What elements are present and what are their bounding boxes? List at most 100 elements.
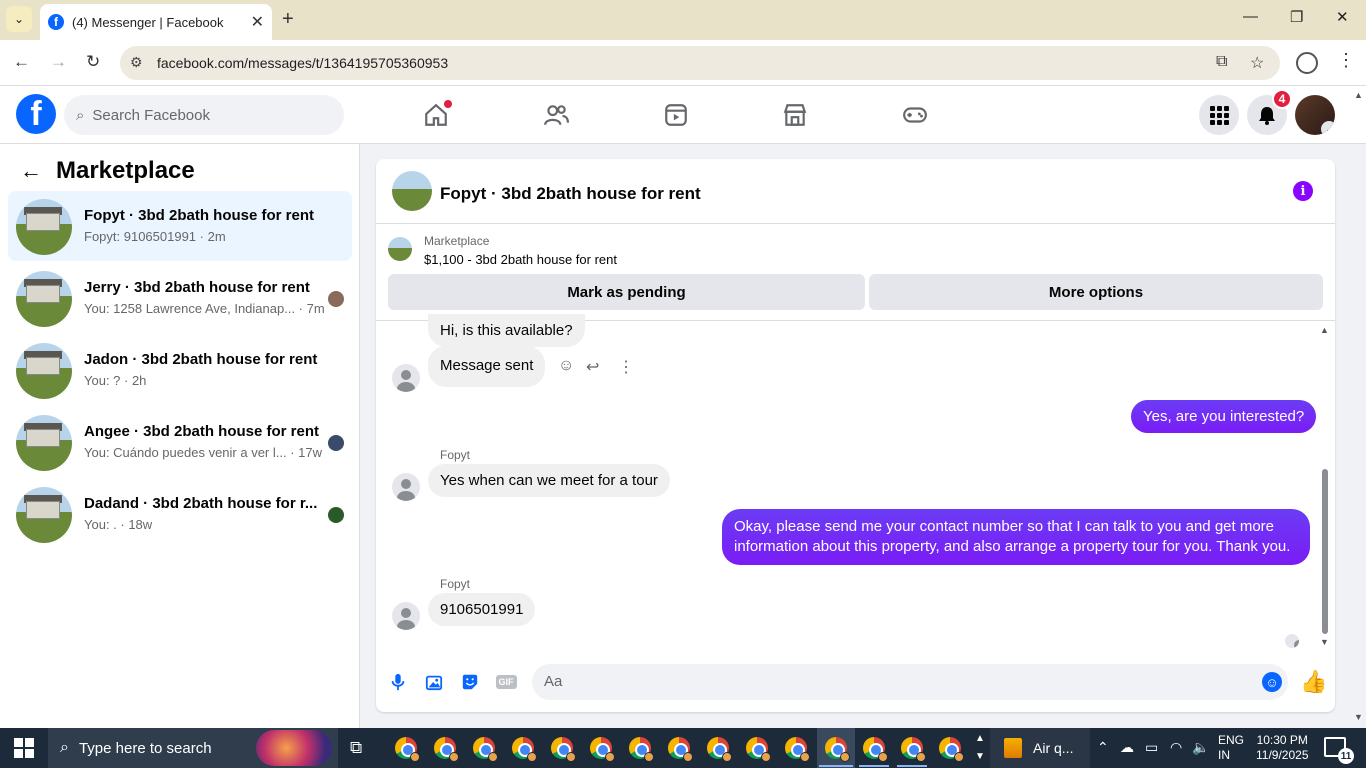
restore-icon[interactable]: ❐ (1290, 8, 1303, 26)
language-code: ENG (1218, 733, 1245, 747)
gif-label: GIF (495, 675, 517, 689)
chat-scrollbar[interactable] (1322, 469, 1328, 634)
listing-thumbnail[interactable] (388, 237, 412, 261)
thumbs-up-icon[interactable]: 👍 (1300, 669, 1327, 695)
chrome-window-icon[interactable] (785, 737, 810, 762)
seen-avatar (328, 291, 344, 307)
gaming-icon[interactable] (900, 100, 930, 130)
reply-icon[interactable]: ↩ (586, 357, 599, 377)
reload-icon[interactable]: ↻ (86, 52, 100, 72)
chrome-window-icon[interactable] (395, 737, 420, 762)
windows-start-icon[interactable] (14, 738, 34, 758)
chat-thumbnail[interactable] (392, 171, 432, 211)
facebook-search-input[interactable]: ⌕ Search Facebook (64, 95, 344, 135)
battery-icon[interactable]: ▭ (1145, 739, 1158, 756)
scroll-up-arrow-icon[interactable]: ▲ (1320, 325, 1329, 335)
chrome-window-icon[interactable] (434, 737, 459, 762)
gif-icon[interactable]: GIF (495, 671, 517, 693)
home-notification-dot (444, 100, 452, 108)
conversation-item[interactable]: Jerry · 3bd 2bath house for rent You: 12… (8, 263, 352, 333)
message-bubble[interactable]: Message sent (428, 346, 546, 387)
listing-description[interactable]: $1,100 - 3bd 2bath house for rent (424, 252, 617, 267)
message-input[interactable]: Aa (532, 664, 1288, 700)
sender-avatar[interactable] (392, 473, 420, 501)
tab-close-icon[interactable]: ✕ (251, 12, 264, 32)
conversation-snippet: You: Cuándo puedes venir a ver l... · 17… (84, 445, 322, 460)
message-bubble[interactable]: Yes when can we meet for a tour (428, 464, 670, 497)
message-bubble[interactable]: Hi, is this available? (428, 314, 585, 347)
back-arrow-icon[interactable]: ← (20, 158, 42, 184)
scroll-down-arrow-icon[interactable]: ▼ (1320, 637, 1329, 647)
chat-title[interactable]: Fopyt · 3bd 2bath house for rent (440, 184, 701, 204)
photo-icon[interactable] (423, 671, 445, 693)
sender-avatar[interactable] (392, 364, 420, 392)
message-list: Hi, is this available? Message sent ☺ ↩ … (376, 314, 1335, 652)
chrome-window-icon[interactable] (512, 737, 537, 762)
friends-icon[interactable] (541, 100, 571, 130)
browser-menu-icon[interactable]: ⋮ (1337, 50, 1355, 71)
window-close-icon[interactable]: ✕ (1336, 8, 1349, 26)
message-placeholder: Aa (544, 673, 563, 690)
more-actions-icon[interactable]: ⋮ (618, 357, 634, 377)
chrome-window-icon[interactable] (901, 737, 926, 762)
sticker-icon[interactable] (459, 671, 481, 693)
message-bubble[interactable]: Okay, please send me your contact number… (722, 509, 1310, 565)
chrome-window-icon[interactable] (473, 737, 498, 762)
search-highlight-image[interactable] (256, 730, 332, 766)
chrome-window-icon[interactable] (707, 737, 732, 762)
mark-pending-button[interactable]: Mark as pending (388, 274, 865, 310)
message-bubble[interactable]: 9106501991 (428, 593, 536, 626)
chrome-window-icon[interactable] (590, 737, 615, 762)
clock[interactable]: 10:30 PM 11/9/2025 (1256, 733, 1309, 763)
conversation-snippet: You: . · 18w (84, 517, 153, 532)
onedrive-icon[interactable]: ☁ (1120, 739, 1134, 756)
chrome-window-icon[interactable] (668, 737, 693, 762)
taskbar-scroll-arrows-icon[interactable]: ▲ ▼ (975, 730, 985, 766)
react-emoji-icon[interactable]: ☺ (558, 357, 574, 375)
browser-tab-messenger[interactable]: f (4) Messenger | Facebook ✕ (40, 4, 272, 40)
volume-icon[interactable]: 🔈 (1192, 739, 1209, 756)
install-app-icon[interactable]: ⧉ (1216, 53, 1227, 71)
conversation-item[interactable]: Fopyt · 3bd 2bath house for rent Fopyt: … (8, 191, 352, 261)
microphone-icon[interactable] (387, 671, 409, 693)
minimize-icon[interactable]: — (1243, 8, 1258, 25)
language-indicator[interactable]: ENG IN (1218, 733, 1244, 763)
chrome-window-icon[interactable] (746, 737, 771, 762)
tray-overflow-icon[interactable]: ⌃ (1097, 739, 1109, 756)
info-icon[interactable]: i (1293, 181, 1313, 201)
browser-profile-icon[interactable] (1296, 52, 1318, 74)
message-composer: GIF Aa ☺ 👍 (376, 659, 1335, 712)
tab-search-chevron-icon[interactable]: ⌄ (6, 6, 32, 32)
forward-arrow-icon[interactable]: → (50, 52, 67, 72)
search-placeholder: Search Facebook (92, 106, 210, 124)
conversation-item[interactable]: Jadon · 3bd 2bath house for rent You: ? … (8, 335, 352, 405)
message-bubble[interactable]: Yes, are you interested? (1131, 400, 1317, 433)
site-info-icon[interactable]: ⚙ (130, 54, 143, 71)
facebook-logo-icon[interactable]: f (16, 94, 56, 134)
new-tab-plus-icon[interactable]: + (282, 8, 294, 31)
emoji-icon[interactable]: ☺ (1262, 672, 1282, 692)
taskbar-search[interactable]: ⌕ Type here to search (48, 728, 338, 768)
chrome-window-icon[interactable] (863, 737, 888, 762)
chrome-window-icon[interactable] (825, 737, 850, 762)
address-bar[interactable]: ⚙ facebook.com/messages/t/13641957053609… (120, 46, 1280, 80)
video-icon[interactable] (661, 100, 691, 130)
chrome-window-icon[interactable] (629, 737, 654, 762)
back-arrow-icon[interactable]: ← (13, 52, 30, 72)
wifi-icon[interactable]: ◠ (1170, 739, 1182, 756)
conversation-item[interactable]: Dadand · 3bd 2bath house for r... You: .… (8, 479, 352, 549)
menu-grid-icon[interactable] (1199, 95, 1239, 135)
conversation-name: Jadon · 3bd 2bath house for rent (84, 351, 318, 368)
read-receipt-avatar (1285, 634, 1299, 648)
chrome-window-icon[interactable] (551, 737, 576, 762)
sender-avatar[interactable] (392, 602, 420, 630)
chrome-window-icon[interactable] (939, 737, 964, 762)
marketplace-icon[interactable] (780, 100, 810, 130)
task-view-icon[interactable]: ⧉ (350, 738, 362, 758)
conversation-item[interactable]: Angee · 3bd 2bath house for rent You: Cu… (8, 407, 352, 477)
account-avatar[interactable]: ⌄ (1295, 95, 1335, 135)
page-scroll-down-icon[interactable]: ▼ (1354, 712, 1363, 722)
more-options-button[interactable]: More options (869, 274, 1323, 310)
bookmark-star-icon[interactable]: ☆ (1250, 53, 1264, 73)
page-scroll-up-icon[interactable]: ▲ (1354, 90, 1363, 100)
